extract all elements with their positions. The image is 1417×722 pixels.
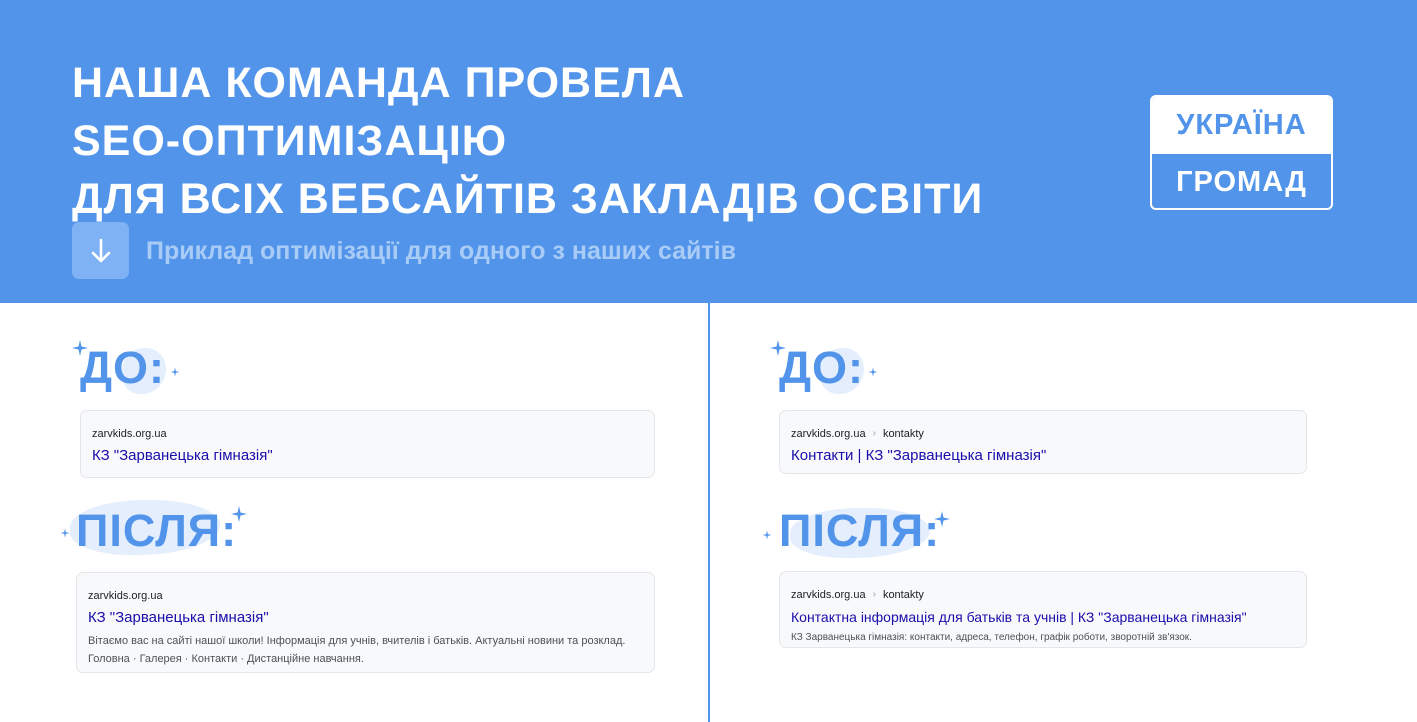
column-divider: [708, 303, 710, 722]
download-button[interactable]: [72, 222, 129, 279]
result-path: kontakty: [882, 428, 924, 440]
result-domain: zarvkids.org.ua: [791, 589, 866, 601]
result-title[interactable]: КЗ "Зарванецька гімназія": [92, 446, 642, 466]
result-title[interactable]: КЗ "Зарванецька гімназія": [88, 608, 642, 628]
result-url: zarvkids.org.ua › kontakty: [791, 588, 1294, 602]
headline-line-3: ДЛЯ ВСІХ ВЕБСАЙТІВ ЗАКЛАДІВ ОСВІТИ: [72, 175, 984, 223]
result-title[interactable]: Контакти | КЗ "Зарванецька гімназія": [791, 446, 1294, 466]
result-path: kontakty: [882, 589, 924, 601]
before-label: ДО:: [80, 342, 166, 393]
headline: НАША КОМАНДА ПРОВЕЛА SEO-ОПТИМІЗАЦІЮ ДЛЯ…: [72, 54, 983, 228]
subtitle: Приклад оптимізації для одного з наших с…: [146, 237, 736, 265]
logo-ukraina-gromad: УКРАЇНА ГРОМАД: [1150, 95, 1333, 210]
search-result-before[interactable]: zarvkids.org.ua › kontakty Контакти | КЗ…: [779, 410, 1307, 474]
breadcrumb-separator: ›: [872, 428, 876, 439]
breadcrumb-separator: ›: [872, 589, 876, 600]
sparkle-icon: [60, 528, 70, 538]
logo-top-text: УКРАЇНА: [1152, 97, 1331, 154]
before-label: ДО:: [779, 342, 865, 393]
result-sitelinks[interactable]: Головна · Галерея · Контакти · Дистанцій…: [88, 650, 642, 668]
sparkle-icon: [868, 367, 878, 377]
after-label: ПІСЛЯ:: [76, 505, 238, 556]
arrow-down-icon: [91, 238, 110, 262]
header-banner: НАША КОМАНДА ПРОВЕЛА SEO-ОПТИМІЗАЦІЮ ДЛЯ…: [0, 0, 1417, 303]
search-result-before[interactable]: zarvkids.org.ua КЗ "Зарванецька гімназія…: [80, 410, 655, 478]
after-label: ПІСЛЯ:: [779, 505, 941, 556]
result-domain: zarvkids.org.ua: [791, 428, 866, 440]
result-url: zarvkids.org.ua: [88, 590, 163, 602]
sparkle-icon: [170, 367, 180, 377]
headline-line-1: НАША КОМАНДА ПРОВЕЛА: [72, 59, 685, 107]
search-result-after[interactable]: zarvkids.org.ua › kontakty Контактна інф…: [779, 571, 1307, 648]
headline-line-2: SEO-ОПТИМІЗАЦІЮ: [72, 117, 508, 165]
result-title[interactable]: Контактна інформація для батьків та учні…: [791, 607, 1294, 627]
search-result-after[interactable]: zarvkids.org.ua КЗ "Зарванецька гімназія…: [76, 572, 655, 673]
result-snippet: КЗ Зарванецька гімназія: контакти, адрес…: [791, 632, 1192, 643]
sparkle-icon: [762, 530, 772, 540]
result-snippet: Вітаємо вас на сайті нашої школи! Інформ…: [88, 635, 626, 647]
result-url: zarvkids.org.ua: [92, 428, 167, 440]
logo-bottom-text: ГРОМАД: [1176, 165, 1307, 198]
result-url: zarvkids.org.ua › kontakty: [791, 427, 1294, 441]
